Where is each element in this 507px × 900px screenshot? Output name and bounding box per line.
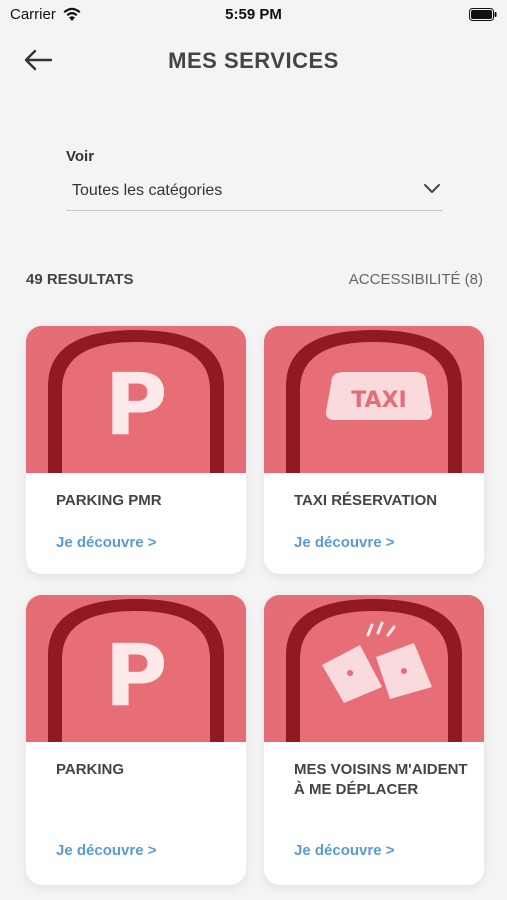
status-bar: Carrier 5:59 PM (0, 0, 507, 28)
results-count: 49 RESULTATS (26, 271, 134, 288)
taxi-icon: TAXI (264, 326, 484, 473)
status-time: 5:59 PM (225, 6, 282, 23)
chevron-down-icon (424, 184, 440, 193)
service-card-parking[interactable]: P PARKING Je découvre > (26, 595, 246, 885)
card-image (264, 595, 484, 742)
neighbors-icon (264, 595, 484, 742)
svg-text:P: P (104, 355, 167, 455)
category-select-value: Toutes les catégories (72, 182, 223, 199)
discover-link[interactable]: Je découvre > (56, 534, 156, 551)
svg-text:P: P (104, 626, 167, 726)
page-title: MES SERVICES (168, 48, 339, 73)
service-card-parking-pmr[interactable]: P PARKING PMR Je découvre > (26, 326, 246, 574)
card-title: TAXI RÉSERVATION (294, 492, 438, 509)
parking-icon: P (26, 595, 246, 742)
discover-link[interactable]: Je découvre > (56, 842, 156, 859)
service-card-taxi[interactable]: TAXI TAXI RÉSERVATION Je découvre > (264, 326, 484, 574)
active-filter-tag[interactable]: ACCESSIBILITÉ (8) (349, 271, 483, 288)
nav-bar: MES SERVICES (0, 40, 507, 80)
discover-link[interactable]: Je découvre > (294, 842, 394, 859)
parking-icon: P (26, 326, 246, 473)
card-title: PARKING (56, 761, 125, 778)
discover-link[interactable]: Je découvre > (294, 534, 394, 551)
card-title: PARKING PMR (56, 492, 162, 509)
card-image: P (26, 326, 246, 473)
card-image: TAXI (264, 326, 484, 473)
card-title: MES VOISINS M'AIDENT À ME DÉPLACER (294, 761, 468, 798)
svg-text:TAXI: TAXI (351, 388, 406, 413)
category-select[interactable]: Toutes les catégories (66, 176, 443, 211)
filter-label: Voir (66, 148, 95, 165)
battery-icon (469, 8, 497, 21)
service-card-neighbors[interactable]: MES VOISINS M'AIDENT À ME DÉPLACER Je dé… (264, 595, 484, 885)
card-image: P (26, 595, 246, 742)
